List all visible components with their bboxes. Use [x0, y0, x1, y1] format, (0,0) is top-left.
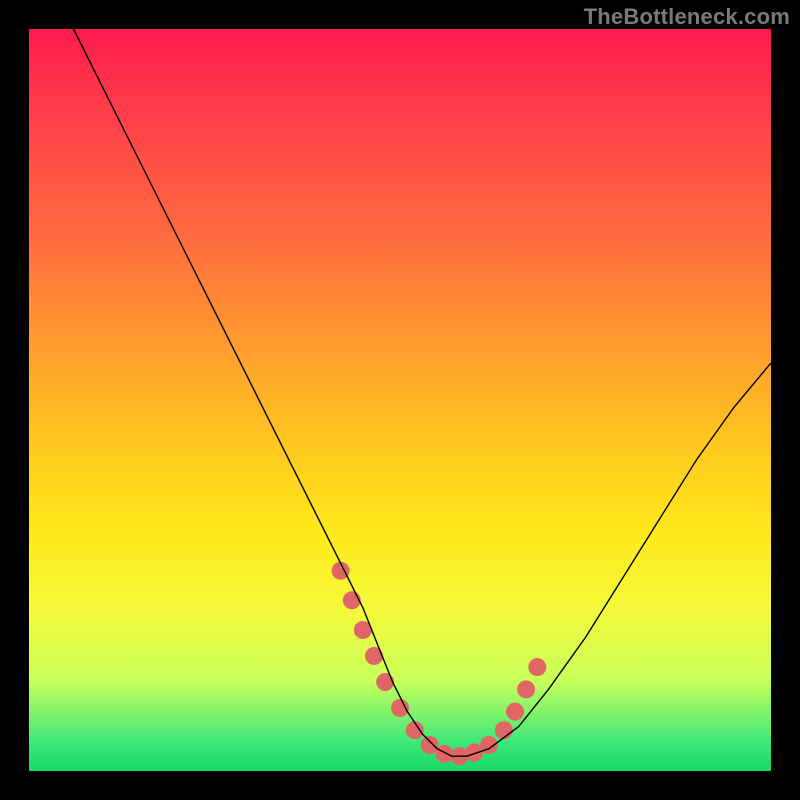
marker-dot — [495, 721, 513, 739]
marker-dot — [517, 680, 535, 698]
chart-overlay — [29, 29, 771, 771]
markers-group — [332, 562, 547, 766]
marker-dot — [528, 658, 546, 676]
marker-dot — [343, 591, 361, 609]
chart-frame: TheBottleneck.com — [0, 0, 800, 800]
marker-dot — [506, 703, 524, 721]
watermark-text: TheBottleneck.com — [584, 4, 790, 30]
bottleneck-curve — [74, 29, 772, 756]
marker-dot — [376, 673, 394, 691]
